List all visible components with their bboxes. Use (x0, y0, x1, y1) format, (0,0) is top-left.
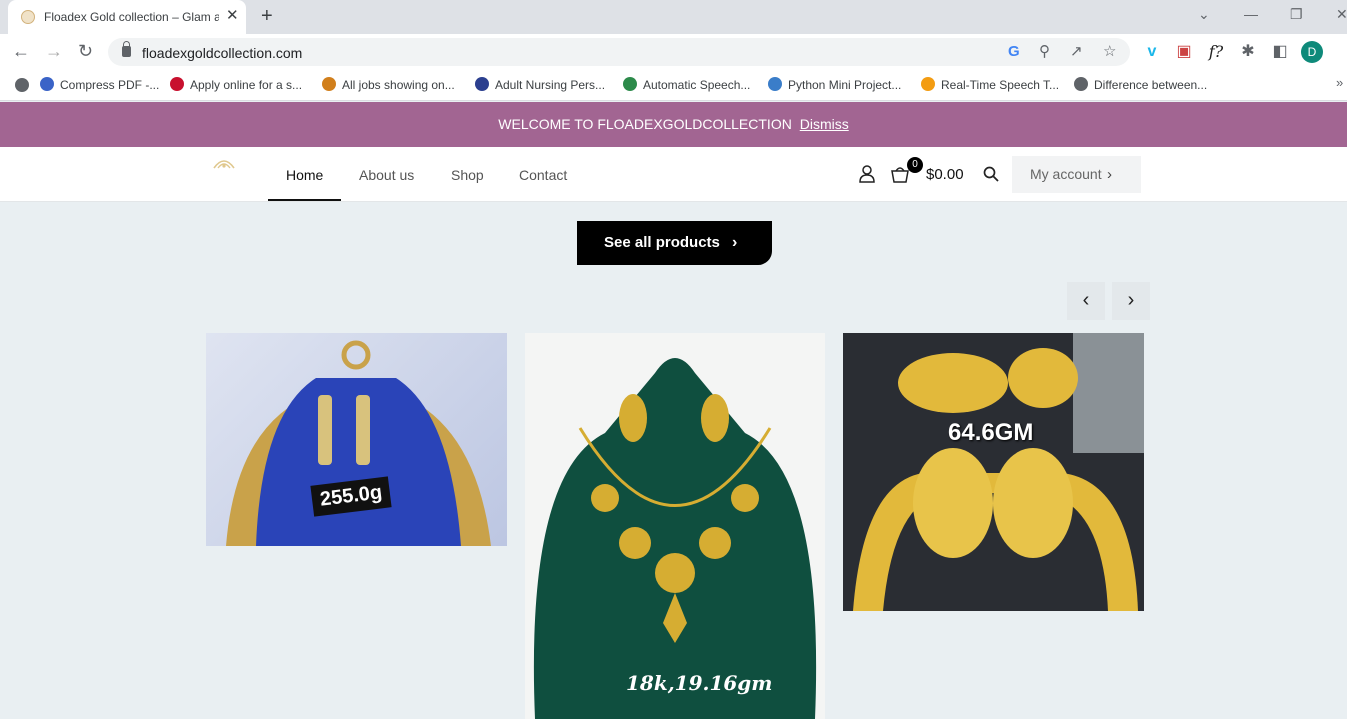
zoom-icon[interactable]: ⚲ (1039, 43, 1050, 61)
product-card[interactable]: 64.6GM (843, 333, 1144, 611)
site-favicon-icon (21, 10, 35, 24)
product-image (226, 340, 491, 546)
minimize-window-button[interactable]: — (1244, 6, 1258, 22)
user-icon[interactable] (859, 165, 875, 183)
bookmark-star-icon[interactable]: ☆ (1103, 43, 1116, 61)
nav-shop[interactable]: Shop (451, 167, 484, 183)
font-extension-icon[interactable]: f? (1205, 41, 1227, 63)
tab-title: Floadex Gold collection – Glam and (44, 10, 219, 24)
bookmark-item[interactable]: Apply online for a s... (170, 77, 302, 93)
lock-icon (122, 41, 131, 57)
notice-text: WELCOME TO FLOADEXGOLDCOLLECTION (498, 116, 792, 132)
nav-home[interactable]: Home (286, 167, 323, 183)
google-lens-icon[interactable]: G (1008, 43, 1020, 61)
active-nav-underline (268, 199, 341, 201)
cart-count-badge: 0 (907, 157, 923, 173)
bookmark-favicon-icon (170, 77, 184, 91)
bookmark-item[interactable]: Python Mini Project... (768, 77, 901, 93)
more-bookmarks-icon[interactable]: » (1336, 75, 1343, 90)
see-all-label: See all products (604, 234, 720, 251)
my-account-button[interactable]: My account › (1012, 156, 1141, 193)
bookmark-item[interactable]: Adult Nursing Pers... (475, 77, 605, 93)
see-all-products-button[interactable]: See all products › (577, 221, 772, 265)
bookmark-favicon-icon (768, 77, 782, 91)
site-header: Home About us Shop Contact (0, 147, 1347, 202)
product-weight-label: 64.6GM (948, 419, 1034, 446)
address-bar[interactable]: floadexgoldcollection.com G ⚲ ↗ ☆ (108, 38, 1130, 66)
reload-icon[interactable]: ↻ (78, 41, 93, 61)
bookmark-favicon-icon (921, 77, 935, 91)
nav-contact[interactable]: Contact (519, 167, 567, 183)
bookmark-item[interactable]: Compress PDF -... (40, 77, 159, 93)
bookmark-favicon-icon (322, 77, 336, 91)
globe-icon (15, 78, 29, 92)
site-logo-icon[interactable] (212, 156, 236, 170)
bookmark-item[interactable]: All jobs showing on... (322, 77, 455, 93)
nav-about-us[interactable]: About us (359, 167, 414, 183)
forward-icon[interactable]: → (45, 41, 63, 61)
slider-prev-button[interactable]: ‹ (1067, 282, 1105, 320)
close-window-button[interactable]: ✕ (1336, 6, 1347, 23)
extensions-puzzle-icon[interactable]: ✱ (1237, 41, 1259, 63)
slider-next-button[interactable]: › (1112, 282, 1150, 320)
my-account-label: My account (1030, 166, 1102, 182)
tab-search-icon[interactable]: ⌄ (1198, 6, 1210, 23)
bookmark-favicon-icon (40, 77, 54, 91)
browser-tab-bar: Floadex Gold collection – Glam and ✕ + ⌄… (0, 0, 1347, 34)
close-tab-icon[interactable]: ✕ (226, 8, 239, 24)
chevron-right-icon: › (732, 234, 738, 251)
cart-total[interactable]: $0.00 (926, 166, 964, 183)
search-icon[interactable] (983, 166, 999, 182)
vimeo-extension-icon[interactable]: v (1141, 41, 1163, 63)
store-notice: WELCOME TO FLOADEXGOLDCOLLECTION Dismiss (0, 102, 1347, 147)
bookmark-item[interactable]: Real-Time Speech T... (921, 77, 1059, 93)
bookmark-favicon-icon (1074, 77, 1088, 91)
back-icon[interactable]: ← (12, 41, 30, 61)
product-image (533, 358, 817, 719)
dismiss-link[interactable]: Dismiss (800, 116, 849, 132)
bookmark-favicon-icon (475, 77, 489, 91)
cast-extension-icon[interactable]: ▣ (1173, 41, 1195, 63)
product-card[interactable]: 18k,19.16gm (525, 333, 825, 719)
restore-window-button[interactable]: ❐ (1290, 6, 1303, 23)
profile-avatar[interactable]: D (1301, 41, 1323, 63)
chevron-right-icon: › (1107, 166, 1112, 183)
bookmark-item[interactable]: Difference between... (1074, 77, 1207, 93)
share-icon[interactable]: ↗ (1070, 43, 1083, 61)
bookmark-item[interactable]: Automatic Speech... (623, 77, 750, 93)
url-text: floadexgoldcollection.com (142, 45, 303, 61)
browser-tab[interactable]: Floadex Gold collection – Glam and ✕ (8, 0, 246, 34)
side-panel-icon[interactable]: ◧ (1269, 41, 1291, 63)
product-weight-label: 18k,19.16gm (626, 671, 773, 695)
bookmark-favicon-icon (623, 77, 637, 91)
bookmarks-bar: Compress PDF -... Apply online for a s..… (0, 70, 1347, 101)
product-card[interactable]: 255.0g (206, 333, 507, 546)
product-image (853, 333, 1144, 611)
new-tab-button[interactable]: + (261, 6, 273, 26)
